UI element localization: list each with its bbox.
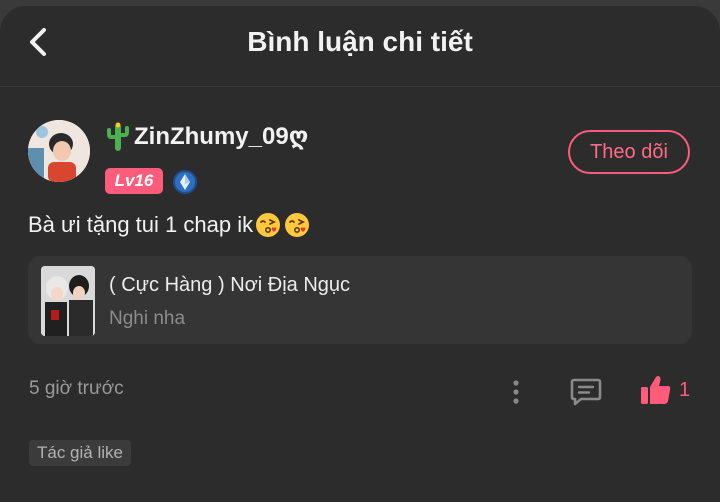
- like-count: 1: [679, 379, 691, 401]
- book-cover: [41, 266, 95, 336]
- username-row: ZinZhumy_09ღ: [106, 120, 308, 152]
- book-card[interactable]: ( Cực Hàng ) Nơi Địa Ngục Nghi nha: [28, 256, 692, 344]
- username[interactable]: ZinZhumy_09ღ: [134, 122, 308, 151]
- more-button[interactable]: [506, 374, 526, 410]
- thumbs-up-icon: [641, 376, 671, 404]
- book-title: ( Cực Hàng ) Nơi Địa Ngục: [109, 274, 351, 296]
- book-subtitle: Nghi nha: [109, 308, 186, 329]
- like-button[interactable]: [638, 372, 674, 408]
- comment-icon: [570, 378, 602, 406]
- page-title: Bình luận chi tiết: [247, 26, 473, 57]
- author-like-tag: Tác giả like: [29, 440, 131, 466]
- verified-icon: [173, 170, 197, 194]
- comment-time: 5 giờ trước: [29, 378, 124, 399]
- reply-button[interactable]: [568, 374, 604, 408]
- level-badge: Lv16: [105, 168, 163, 194]
- comment-detail-screen: Bình luận chi tiết ZinZhumy_09ღ Lv16 The…: [0, 6, 720, 502]
- cactus-icon: [107, 122, 129, 151]
- more-vertical-icon: [513, 380, 519, 404]
- avatar-image: [28, 120, 90, 182]
- verified-badge: [172, 169, 198, 195]
- comment-body: Bà ưi tặng tui 1 chap ik: [28, 211, 311, 239]
- header: Bình luận chi tiết: [0, 6, 720, 87]
- comment-text: Bà ưi tặng tui 1 chap ik: [28, 212, 254, 237]
- follow-button[interactable]: Theo dõi: [568, 130, 690, 174]
- kiss-emoji-icon: [256, 213, 281, 237]
- avatar[interactable]: [28, 120, 90, 182]
- kiss-emoji-icon: [285, 213, 310, 237]
